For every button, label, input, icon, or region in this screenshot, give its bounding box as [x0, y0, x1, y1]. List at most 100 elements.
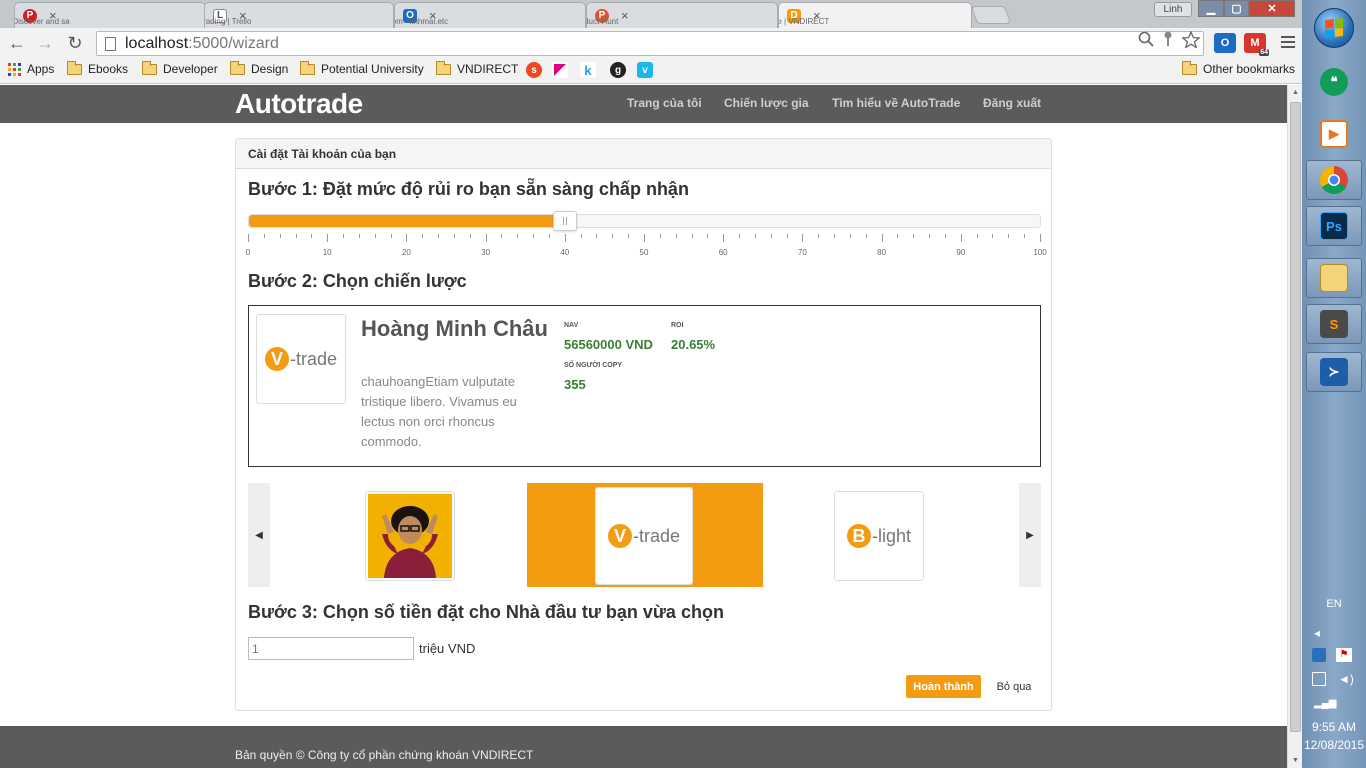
scale-tick [501, 234, 503, 238]
close-icon[interactable]: × [621, 8, 629, 23]
system-clock[interactable]: 9:55 AM 12/08/2015 [1302, 718, 1366, 754]
page-scrollbar[interactable]: ▲ ▼ [1287, 85, 1302, 768]
bookmark-folder-developer[interactable]: Developer [142, 60, 218, 76]
scale-tick-label: 80 [877, 248, 887, 257]
bookmark-folder-vndirect[interactable]: VNDIRECT [436, 60, 518, 76]
scale-tick [453, 234, 455, 238]
wizard-panel: Cài đặt Tài khoản của bạn Bước 1: Đặt mứ… [235, 138, 1052, 711]
bookmark-label: Apps [27, 62, 55, 76]
key-icon[interactable] [1162, 31, 1174, 47]
github-icon[interactable]: g [610, 62, 626, 78]
roi-value: 20.65% [671, 337, 716, 352]
reload-button[interactable]: ↻ [64, 32, 86, 54]
scale-tick-label: 100 [1033, 248, 1047, 257]
stumbleupon-icon[interactable]: s [526, 62, 542, 78]
vimeo-icon[interactable]: v [637, 62, 653, 78]
strategist-logo: V -trade [256, 314, 346, 404]
clock-date: 12/08/2015 [1303, 738, 1365, 752]
maximize-button[interactable]: ▢ [1224, 0, 1249, 17]
nav-logout[interactable]: Đăng xuất [983, 96, 1041, 110]
scale-tick [422, 234, 424, 238]
taskbar-powershell[interactable]: ≻ [1306, 352, 1362, 392]
carousel-prev-button[interactable]: ◀ [248, 483, 270, 587]
scroll-up-arrow-icon[interactable]: ▲ [1288, 85, 1303, 100]
carousel-next-button[interactable]: ▶ [1019, 483, 1041, 587]
kippt-icon[interactable]: k [580, 62, 596, 78]
step1-heading: Bước 1: Đặt mức độ rủi ro bạn sẵn sàng c… [248, 179, 689, 199]
clock-time: 9:55 AM [1311, 720, 1357, 734]
tab-title: Outlook.com - linhmai.etc [395, 17, 449, 26]
scale-tick [802, 234, 804, 242]
action-center-flag-icon[interactable]: ⚑ [1336, 648, 1352, 662]
taskbar-photoshop[interactable]: Ps [1306, 206, 1362, 246]
scale-tick [770, 234, 772, 238]
taskbar-hangouts[interactable]: ❝ [1306, 62, 1362, 102]
address-bar[interactable]: localhost:5000/wizard [96, 31, 1204, 56]
minimize-button[interactable]: ▁ [1198, 0, 1224, 17]
window-controls: ▁ ▢ ✕ [1198, 0, 1295, 17]
amount-input[interactable] [248, 637, 414, 660]
scale-tick-label: 60 [718, 248, 728, 257]
tab-autotrade[interactable]: D AutoTrade | VNDIRECT × [778, 2, 972, 28]
volume-icon[interactable]: ◄) [1338, 672, 1354, 686]
outlook-extension-icon[interactable]: O [1214, 33, 1236, 53]
nav-strategists[interactable]: Chiến lược gia [724, 96, 809, 110]
gmail-extension-icon[interactable]: M 64 [1244, 33, 1269, 56]
risk-slider-handle[interactable] [553, 211, 578, 231]
scrollbar-thumb[interactable] [1290, 102, 1301, 732]
finish-button[interactable]: Hoàn thành [906, 675, 981, 698]
search-icon[interactable] [1138, 31, 1154, 47]
skip-button[interactable]: Bỏ qua [988, 675, 1040, 698]
scale-tick [628, 234, 630, 238]
bookmark-folder-design[interactable]: Design [230, 60, 288, 76]
tab-trello[interactable]: L Social Trading | Trello × [204, 2, 394, 28]
nav-about-autotrade[interactable]: Tìm hiểu về AutoTrade [832, 96, 960, 110]
site-navbar: Autotrade Trang của tôi Chiến lược gia T… [0, 85, 1287, 123]
language-indicator[interactable]: EN [1302, 598, 1366, 610]
flag-bookmark-icon[interactable] [552, 62, 568, 78]
tab-pinterest[interactable]: P Pinterest: Discover and sa × [14, 2, 206, 28]
tab-product-hunt[interactable]: P Product Hunt × [586, 2, 778, 28]
nav-my-page[interactable]: Trang của tôi [627, 96, 702, 110]
taskbar-chrome[interactable] [1306, 160, 1362, 200]
site-brand[interactable]: Autotrade [235, 88, 363, 120]
scroll-down-arrow-icon[interactable]: ▼ [1288, 753, 1303, 768]
tray-app-icon[interactable] [1312, 648, 1326, 662]
scale-tick [1024, 234, 1026, 238]
forward-button[interactable]: → [34, 32, 56, 54]
logo-text: -trade [289, 348, 338, 369]
tab-outlook[interactable]: O Outlook.com - linhmai.etc × [394, 2, 586, 28]
star-icon[interactable] [1182, 31, 1200, 48]
profile-button[interactable]: Linh [1154, 2, 1192, 17]
risk-slider[interactable] [248, 211, 1041, 231]
scale-tick-label: 40 [560, 248, 570, 257]
carousel-item-vtrade[interactable]: V -trade [595, 487, 693, 585]
bookmark-other[interactable]: Other bookmarks [1182, 60, 1295, 76]
logo-text: -light [871, 525, 911, 546]
carousel-item-photo[interactable] [365, 491, 455, 581]
scale-tick-label: 90 [956, 248, 966, 257]
scale-tick [295, 234, 297, 238]
taskbar-sublime-text[interactable]: S [1306, 304, 1362, 344]
power-icon[interactable] [1312, 672, 1326, 686]
back-button[interactable]: ← [6, 32, 28, 54]
chrome-menu-icon[interactable] [1280, 34, 1296, 50]
carousel-item-blight[interactable]: B -light [834, 491, 924, 581]
scale-tick [517, 234, 519, 238]
bookmark-folder-ebooks[interactable]: Ebooks [67, 60, 128, 76]
scale-tick [691, 234, 693, 238]
taskbar-media-player[interactable]: ▶ [1306, 114, 1362, 154]
bookmark-apps[interactable]: Apps [8, 62, 54, 76]
scale-tick [612, 234, 614, 238]
scale-tick-label: 30 [481, 248, 491, 257]
scale-tick [564, 234, 566, 242]
scale-tick [739, 234, 741, 238]
taskbar-file-explorer[interactable] [1306, 258, 1362, 298]
start-button[interactable] [1314, 8, 1354, 48]
tray-expand-icon[interactable]: ◂ [1314, 626, 1320, 640]
new-tab-button[interactable] [970, 6, 1012, 24]
network-icon[interactable]: ▂▄▆ [1314, 698, 1336, 709]
close-window-button[interactable]: ✕ [1249, 0, 1295, 17]
scale-tick [327, 234, 329, 242]
bookmark-folder-potential-university[interactable]: Potential University [300, 60, 424, 76]
